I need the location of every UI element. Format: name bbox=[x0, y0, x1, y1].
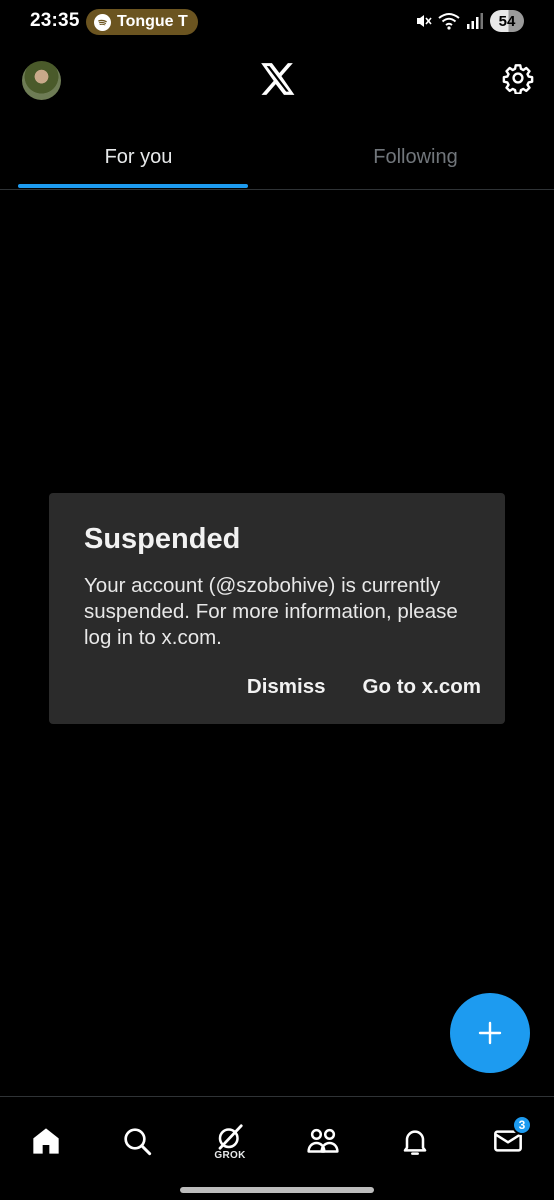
grok-label: GROK bbox=[214, 1149, 246, 1161]
media-pill[interactable]: Tongue T bbox=[86, 9, 198, 35]
media-title: Tongue T bbox=[117, 13, 188, 30]
grok-icon bbox=[218, 1123, 243, 1150]
nav-search[interactable] bbox=[115, 1119, 159, 1163]
signal-icon bbox=[467, 13, 483, 29]
dismiss-button[interactable]: Dismiss bbox=[247, 675, 326, 699]
mute-icon bbox=[417, 15, 432, 27]
plus-icon bbox=[478, 1021, 502, 1045]
header: For you Following bbox=[0, 44, 554, 190]
status-bar: 23:35 Tongue T 54 bbox=[0, 0, 554, 44]
battery-level: 54 bbox=[498, 12, 516, 30]
dialog-message: Your account (@szobohive) is currently s… bbox=[84, 574, 458, 649]
home-indicator[interactable] bbox=[180, 1187, 374, 1193]
compose-button[interactable] bbox=[450, 993, 530, 1073]
tab-bar: For you Following bbox=[0, 136, 554, 190]
search-icon bbox=[124, 1128, 152, 1156]
suspended-dialog: Suspended Your account (@szobohive) is c… bbox=[49, 493, 505, 724]
x-logo-icon bbox=[261, 63, 295, 95]
status-icons: 54 bbox=[414, 10, 524, 32]
tab-following[interactable]: Following bbox=[277, 136, 554, 190]
battery-icon: 54 bbox=[490, 10, 524, 32]
go-to-x-button[interactable]: Go to x.com bbox=[363, 675, 481, 699]
nav-communities[interactable] bbox=[301, 1119, 345, 1163]
tab-for-you[interactable]: For you bbox=[0, 136, 277, 190]
messages-badge: 3 bbox=[512, 1115, 532, 1135]
active-tab-indicator bbox=[18, 184, 248, 188]
status-time: 23:35 bbox=[30, 10, 80, 31]
home-icon bbox=[33, 1128, 59, 1154]
nav-messages[interactable]: 3 bbox=[486, 1115, 532, 1163]
nav-notifications[interactable] bbox=[393, 1119, 437, 1163]
gear-icon[interactable] bbox=[502, 62, 534, 94]
bell-icon bbox=[403, 1130, 427, 1155]
nav-grok[interactable]: GROK bbox=[208, 1119, 252, 1163]
spotify-icon bbox=[94, 13, 111, 31]
nav-home[interactable] bbox=[24, 1119, 68, 1163]
tab-following-label: Following bbox=[373, 146, 458, 168]
communities-icon bbox=[307, 1128, 339, 1153]
wifi-icon bbox=[438, 13, 460, 30]
bottom-nav: GROK 3 bbox=[0, 1096, 554, 1200]
avatar[interactable] bbox=[22, 61, 61, 100]
dialog-title: Suspended bbox=[84, 523, 241, 555]
dialog-actions: Dismiss Go to x.com bbox=[247, 675, 481, 699]
